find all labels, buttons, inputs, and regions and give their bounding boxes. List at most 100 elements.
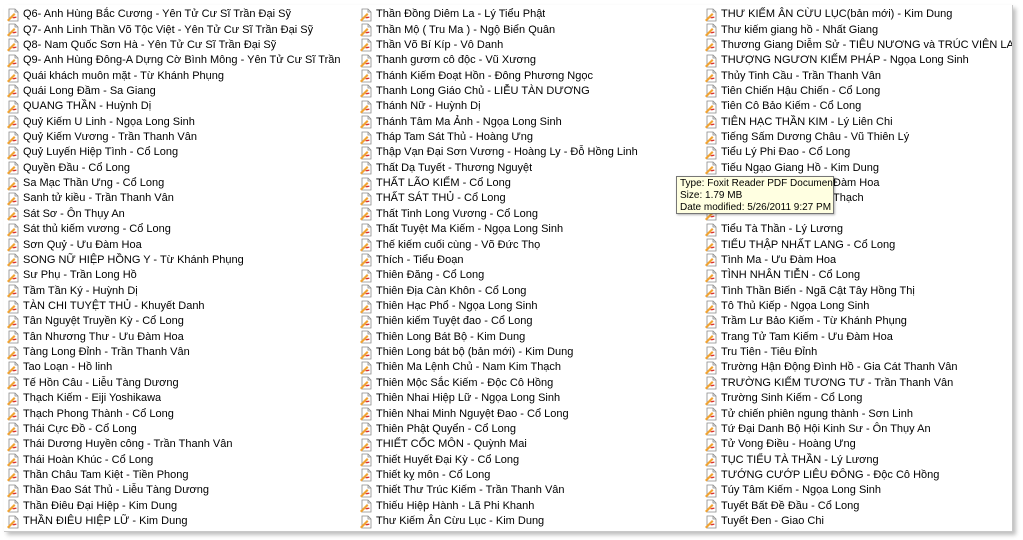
file-item[interactable]: TIỂU THẬP NHẤT LANG - Cổ Long: [704, 237, 1012, 252]
file-item[interactable]: Thiên Hạc Phổ - Ngọa Long Sinh: [359, 299, 694, 314]
file-item[interactable]: Thần Châu Tam Kiệt - Tiền Phong: [6, 468, 341, 483]
file-item[interactable]: Thiên Nhai Minh Nguyệt Đao - Cổ Long: [359, 406, 694, 421]
file-item[interactable]: Quái Long Đầm - Sa Giang: [6, 84, 341, 99]
file-item[interactable]: Trường Sinh Kiếm - Cổ Long: [704, 391, 1012, 406]
file-item[interactable]: Túy Tâm Kiếm - Ngọa Long Sinh: [704, 483, 1012, 498]
file-item[interactable]: Q6- Anh Hùng Bắc Cương - Yên Tử Cư Sĩ Tr…: [6, 7, 341, 22]
file-item[interactable]: Thần Võ Bí Kíp - Vô Danh: [359, 38, 694, 53]
file-item[interactable]: Q7- Anh Linh Thần Võ Tộc Việt - Yên Tử C…: [6, 22, 341, 37]
file-item[interactable]: Thiết Huyết Đại Kỳ - Cổ Long: [359, 452, 694, 467]
file-item[interactable]: Tru Tiên - Tiêu Đỉnh: [704, 345, 1012, 360]
file-item[interactable]: Q9- Anh Hùng Đông-A Dựng Cờ Bình Mông - …: [6, 53, 341, 68]
file-item[interactable]: Tiểu Lý Phi Đao - Cổ Long: [704, 145, 1012, 160]
file-item[interactable]: THẤT SÁT THỦ - Cổ Long: [359, 191, 694, 206]
file-item[interactable]: Thánh Kiếm Đoạt Hồn - Đông Phương Ngọc: [359, 68, 694, 83]
file-item[interactable]: Thái Hoàn Khúc - Cổ Long: [6, 452, 341, 467]
pdf-file-icon: [359, 315, 376, 329]
file-item[interactable]: Tô Thủ Kiếp - Ngọa Long Sinh: [704, 299, 1012, 314]
file-item[interactable]: Sơn Quỷ - Ưu Đàm Hoa: [6, 237, 341, 252]
file-item[interactable]: Thiên Ma Lệnh Chủ - Nam Kim Thạch: [359, 360, 694, 375]
file-item[interactable]: Quyền Đầu - Cổ Long: [6, 161, 341, 176]
file-item[interactable]: Tình Thần Biến - Ngã Cật Tây Hồng Thị: [704, 283, 1012, 298]
file-item[interactable]: Thiên Phật Quyển - Cổ Long: [359, 422, 694, 437]
file-item[interactable]: THẦN ĐIÊU HIỆP LỮ - Kim Dung: [6, 514, 341, 529]
file-item[interactable]: Tiểu Tà Thần - Lý Lương: [704, 222, 1012, 237]
file-item[interactable]: Thái Cực Đồ - Cổ Long: [6, 422, 341, 437]
file-item[interactable]: Thần Mộ ( Tru Ma ) - Ngộ Biển Quân: [359, 22, 694, 37]
file-item[interactable]: Thiết Thư Trúc Kiếm - Trần Thanh Vân: [359, 483, 694, 498]
file-item[interactable]: Thiên Long bát bộ (bản mới) - Kim Dung: [359, 345, 694, 360]
file-item[interactable]: Thư Kiếm Ân Cừu Lục - Kim Dung: [359, 514, 694, 529]
file-item[interactable]: Tứ Đại Danh Bộ Hội Kinh Sư - Ôn Thụy An: [704, 422, 1012, 437]
file-item[interactable]: Thương Giang Diễm Sử - TIÊU NƯƠNG và TRÚ…: [704, 38, 1012, 53]
file-item[interactable]: Tuyết Bất Đề Đầu - Cổ Long: [704, 499, 1012, 514]
file-item[interactable]: Tiên Chiến Hậu Chiến - Cổ Long: [704, 84, 1012, 99]
file-item[interactable]: THƯỢNG NGƯƠN KIẾM PHÁP - Ngọa Long Sinh: [704, 53, 1012, 68]
file-item[interactable]: THIẾT CỐC MÔN - Quỳnh Mai: [359, 437, 694, 452]
file-item[interactable]: TƯỚNG CƯỚP LIÊU ĐÔNG - Độc Cô Hồng: [704, 468, 1012, 483]
file-item[interactable]: SONG NỮ HIỆP HỒNG Y - Từ Khánh Phụng: [6, 253, 341, 268]
file-item[interactable]: Tuyết Đen - Giao Chi: [704, 514, 1012, 529]
file-item[interactable]: Thư kiếm giang hồ - Nhất Giang: [704, 22, 1012, 37]
file-item[interactable]: Thiên Mộc Sắc Kiếm - Độc Cô Hồng: [359, 376, 694, 391]
file-item[interactable]: Thiếu Hiệp Hành - Lã Phi Khanh: [359, 499, 694, 514]
file-item[interactable]: Trường Hận Động Đình Hồ - Gia Cát Thanh …: [704, 360, 1012, 375]
file-item[interactable]: Trầm Lư Bảo Kiếm - Từ Khánh Phụng: [704, 314, 1012, 329]
file-item[interactable]: Tiếng Sấm Dương Châu - Vũ Thiên Lý: [704, 130, 1012, 145]
file-item[interactable]: Tế Hồn Câu - Liễu Tàng Dương: [6, 376, 341, 391]
file-item[interactable]: Tàng Long Đỉnh - Trần Thanh Vân: [6, 345, 341, 360]
file-item[interactable]: Thánh Nữ - Huỳnh Dị: [359, 99, 694, 114]
file-item[interactable]: Thần Đồng Diêm La - Lý Tiểu Phật: [359, 7, 694, 22]
file-item[interactable]: Tân Nhương Thư - Ưu Đàm Hoa: [6, 330, 341, 345]
file-item[interactable]: Tầm Tần Ký - Huỳnh Dị: [6, 283, 341, 298]
file-item[interactable]: Tiên Cô Bảo Kiếm - Cổ Long: [704, 99, 1012, 114]
file-item[interactable]: Thạch Kiếm - Eiji Yoshikawa: [6, 391, 341, 406]
file-item[interactable]: Thần Đao Sát Thủ - Liễu Tàng Dương: [6, 483, 341, 498]
file-item[interactable]: Q8- Nam Quốc Sơn Hà - Yên Tử Cư Sĩ Trần …: [6, 38, 341, 53]
file-item[interactable]: TRƯỜNG KIẾM TƯƠNG TƯ - Trần Thanh Vân: [704, 376, 1012, 391]
file-item[interactable]: TÀN CHI TUYỆT THỦ - Khuyết Danh: [6, 299, 341, 314]
file-item[interactable]: Thất Tuyệt Ma Kiếm - Ngọa Long Sinh: [359, 222, 694, 237]
file-item[interactable]: QUANG THẦN - Huỳnh Dị: [6, 99, 341, 114]
file-item[interactable]: THƯ KIẾM ÂN CỪU LỤC(bản mới) - Kim Dung: [704, 7, 1012, 22]
file-item[interactable]: Sát Sơ - Ôn Thụy An: [6, 207, 341, 222]
file-item[interactable]: TỤC TIỂU TÀ THẦN - Lý Lương: [704, 452, 1012, 467]
file-item[interactable]: Quỷ Luyến Hiệp Tình - Cổ Long: [6, 145, 341, 160]
file-item[interactable]: Tao Loạn - Hồ linh: [6, 360, 341, 375]
file-item[interactable]: Quỷ Kiếm U Linh - Ngọa Long Sinh: [6, 115, 341, 130]
file-item[interactable]: Thiết kỵ môn - Cổ Long: [359, 468, 694, 483]
file-item[interactable]: Thái Dương Huyền công - Trần Thanh Vân: [6, 437, 341, 452]
file-item[interactable]: THẤT LÃO KIẾM - Cổ Long: [359, 176, 694, 191]
file-item[interactable]: Thiên kiếm Tuyệt đao - Cổ Long: [359, 314, 694, 329]
file-item[interactable]: Thạch Phong Thành - Cổ Long: [6, 406, 341, 421]
file-item[interactable]: Sa Mạc Thần Ưng - Cổ Long: [6, 176, 341, 191]
file-item[interactable]: Sanh tử kiều - Trần Thanh Vân: [6, 191, 341, 206]
file-item[interactable]: Sát thủ kiếm vương - Cổ Long: [6, 222, 341, 237]
file-item[interactable]: Tình Ma - Ưu Đàm Hoa: [704, 253, 1012, 268]
file-item[interactable]: Thất Dạ Tuyết - Thương Nguyệt: [359, 161, 694, 176]
file-item[interactable]: Thiên Địa Càn Khôn - Cổ Long: [359, 283, 694, 298]
file-item[interactable]: Thanh Long Giáo Chủ - LIỄU TÀN DƯƠNG: [359, 84, 694, 99]
file-item[interactable]: Thanh gươm cô độc - Vũ Xương: [359, 53, 694, 68]
file-item[interactable]: TIÊN HẠC THẦN KIM - Lý Liên Chi: [704, 115, 1012, 130]
file-item[interactable]: Tháp Tam Sát Thủ - Hoàng Ưng: [359, 130, 694, 145]
file-item[interactable]: Tân Nguyệt Truyền Kỳ - Cổ Long: [6, 314, 341, 329]
file-item[interactable]: Thập Vạn Đại Sơn Vương - Hoàng Ly - Đỗ H…: [359, 145, 694, 160]
file-item[interactable]: Thần Điêu Đại Hiệp - Kim Dung: [6, 499, 341, 514]
file-item[interactable]: Thủy Tinh Cầu - Trần Thanh Vân: [704, 68, 1012, 83]
file-item[interactable]: Thế kiếm cuối cùng - Võ Đức Thọ: [359, 237, 694, 252]
file-item[interactable]: Thích - Tiểu Đoạn: [359, 253, 694, 268]
file-item[interactable]: Thiên Long Bát Bộ - Kim Dung: [359, 330, 694, 345]
file-item[interactable]: Tử chiến phiên ngung thành - Sơn Linh: [704, 406, 1012, 421]
file-item[interactable]: Thất Tinh Long Vương - Cổ Long: [359, 207, 694, 222]
file-item[interactable]: Quái khách muôn mặt - Từ Khánh Phụng: [6, 68, 341, 83]
file-item[interactable]: Trang Tử Tam Kiếm - Ưu Đàm Hoa: [704, 330, 1012, 345]
file-item[interactable]: Tử Vong Điều - Hoàng Ưng: [704, 437, 1012, 452]
file-item[interactable]: Thánh Tâm Ma Ảnh - Ngọa Long Sinh: [359, 115, 694, 130]
file-item[interactable]: Quỷ Kiếm Vương - Trần Thanh Vân: [6, 130, 341, 145]
file-item[interactable]: TÌNH NHÂN TIỄN - Cổ Long: [704, 268, 1012, 283]
file-item[interactable]: Tiếu Ngạo Giang Hồ - Kim Dung: [704, 161, 1012, 176]
file-item[interactable]: Thiên Đăng - Cổ Long: [359, 268, 694, 283]
file-item[interactable]: Sư Phụ - Trần Long Hồ: [6, 268, 341, 283]
file-item[interactable]: Thiên Nhai Hiệp Lữ - Ngọa Long Sinh: [359, 391, 694, 406]
